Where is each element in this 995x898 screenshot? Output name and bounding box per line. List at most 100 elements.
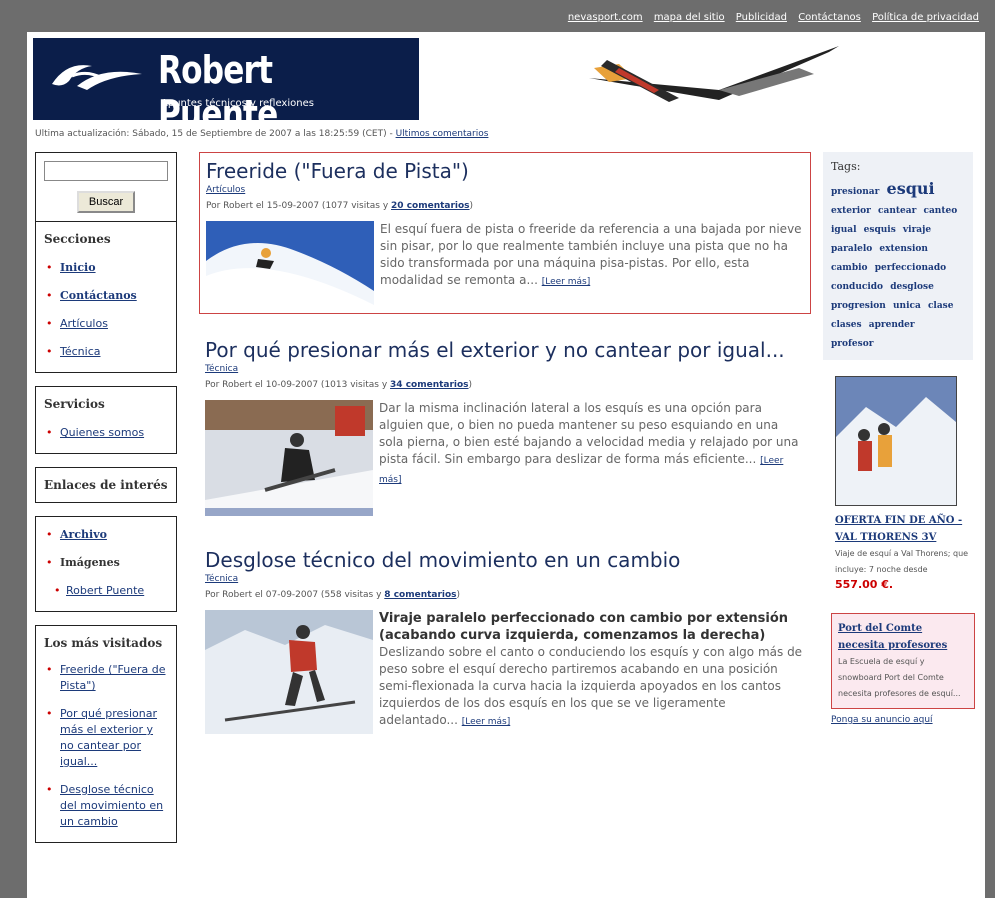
post-category[interactable]: Técnica [205,364,805,374]
popular-box: Los más visitados Freeride ("Fuera de Pi… [35,625,177,843]
nav-link-privacy[interactable]: Política de privacidad [872,12,979,23]
sidebar-item-tecnica: Técnica [36,338,176,366]
sidebar-item-robert-puente: Robert Puente [36,577,176,605]
post-excerpt: El esquí fuera de pista o freeride da re… [380,221,804,305]
links-heading: Enlaces de interés [44,478,168,492]
sidebar-item-inicio: Inicio [36,254,176,282]
tag-link[interactable]: progresion [831,301,886,311]
tag-link[interactable]: aprender [869,320,915,330]
tag-link[interactable]: desglose [890,282,934,292]
logo-swoosh-icon [52,65,142,90]
post-excerpt-text: El esquí fuera de pista o freeride da re… [380,222,802,287]
ad-title-link[interactable]: Port del Comte necesita profesores [838,623,947,651]
top-nav-links: nevasport.com mapa del sitio Publicidad … [560,12,979,23]
archive-list: Archivo Imágenes Robert Puente [36,517,176,611]
tag-link[interactable]: clases [831,320,862,330]
post-excerpt-heading: Viraje paralelo perfeccionado con cambio… [379,611,789,643]
offer-title-link[interactable]: OFERTA FIN DE AÑO - VAL THORENS 3V [835,515,962,543]
post-thumbnail[interactable] [206,221,374,305]
top-nav: nevasport.com mapa del sitio Publicidad … [0,0,995,32]
tag-cloud: Tags: presionar esqui exterior cantear c… [823,152,973,360]
tag-link[interactable]: esqui [887,179,935,198]
search-button[interactable]: Buscar [76,191,136,213]
services-box: Servicios Quienes somos [35,386,177,454]
last-update: Ultima actualización: Sábado, 15 de Sept… [35,129,488,139]
sidebar-link-robert-puente[interactable]: Robert Puente [66,584,144,597]
popular-list: Freeride ("Fuera de Pista") Por qué pres… [36,652,176,842]
sidebar-link-inicio[interactable]: Inicio [60,261,96,274]
read-more-link[interactable]: [Leer más] [462,717,511,727]
popular-link-freeride[interactable]: Freeride ("Fuera de Pista") [60,663,166,692]
post-excerpt-text: Dar la misma inclinación lateral a los e… [379,401,799,466]
popular-item: Por qué presionar más el exterior y no c… [36,700,176,776]
popular-link-desglose[interactable]: Desglose técnico del movimiento en un ca… [60,783,163,828]
tag-link[interactable]: paralelo [831,244,872,254]
offer-title[interactable]: OFERTA FIN DE AÑO - VAL THORENS 3V [835,512,973,546]
sidebar-link-archivo[interactable]: Archivo [60,528,107,541]
search-input[interactable] [44,161,168,181]
post-category[interactable]: Técnica [205,574,805,584]
sidebar-item-archivo: Archivo [36,521,176,549]
sidebar-item-contactanos: Contáctanos [36,282,176,310]
right-sidebar: Tags: presionar esqui exterior cantear c… [823,152,975,725]
tag-link[interactable]: viraje [903,225,931,235]
post-title[interactable]: Desglose técnico del movimiento en un ca… [205,548,805,572]
nav-link-nevasport[interactable]: nevasport.com [568,12,643,23]
nav-link-contact[interactable]: Contáctanos [798,12,861,23]
post-comments-link[interactable]: 34 comentarios [390,380,469,390]
sections-list: Inicio Contáctanos Artículos Técnica [36,250,176,372]
post-title[interactable]: Freeride ("Fuera de Pista") [206,159,804,183]
sidebar-link-contactanos[interactable]: Contáctanos [60,289,137,302]
popular-link-presionar[interactable]: Por qué presionar más el exterior y no c… [60,707,157,768]
tag-link[interactable]: canteo [923,206,957,216]
header-banner[interactable] [419,38,979,120]
tag-link[interactable]: profesor [831,339,873,349]
tag-link[interactable]: esquis [864,225,896,235]
latest-comments-link[interactable]: Ultimos comentarios [396,129,489,139]
post-thumbnail[interactable] [205,400,373,516]
post-meta-end: ) [468,380,473,390]
post-meta-end: ) [469,201,474,211]
post-title[interactable]: Por qué presionar más el exterior y no c… [205,338,805,362]
tag-link[interactable]: cambio [831,263,868,273]
sidebar-item-imagenes: Imágenes [36,549,176,577]
main-content: Freeride ("Fuera de Pista") Artículos Po… [199,152,811,760]
tag-link[interactable]: unica [893,301,921,311]
sidebar-link-quienes-somos[interactable]: Quienes somos [60,426,144,439]
read-more-link[interactable]: [Leer más] [542,277,591,287]
last-update-text: Ultima actualización: Sábado, 15 de Sept… [35,129,393,139]
tag-list: presionar esqui exterior cantear canteo … [831,179,965,354]
ski-banner-image [589,46,839,102]
post-comments-link[interactable]: 20 comentarios [391,201,470,211]
post-card: Por qué presionar más el exterior y no c… [199,332,811,524]
popular-heading: Los más visitados [44,636,163,650]
services-heading: Servicios [44,397,105,411]
links-box: Enlaces de interés [35,467,177,503]
post-thumbnail[interactable] [205,610,373,734]
search-box: Buscar Secciones Inicio Contáctanos Artí… [35,152,177,373]
offer-price: 557.00 €. [835,578,894,591]
tag-link[interactable]: extension [879,244,928,254]
sections-heading: Secciones [36,221,176,250]
post-meta: Por Robert el 07-09-2007 (558 visitas y … [205,590,805,600]
tag-link[interactable]: igual [831,225,857,235]
nav-link-sitemap[interactable]: mapa del sitio [654,12,725,23]
post-comments-link[interactable]: 8 comentarios [384,590,456,600]
ad-box: Port del Comte necesita profesores La Es… [831,613,975,709]
post-category[interactable]: Artículos [206,185,804,195]
tag-link[interactable]: cantear [878,206,916,216]
sidebar-link-articulos[interactable]: Artículos [60,317,108,330]
nav-link-advertising[interactable]: Publicidad [736,12,787,23]
tag-link[interactable]: presionar [831,187,879,197]
offer-image[interactable] [835,376,957,506]
tag-link[interactable]: conducido [831,282,883,292]
sidebar-link-tecnica[interactable]: Técnica [60,345,100,358]
archive-box: Archivo Imágenes Robert Puente [35,516,177,612]
place-ad-link[interactable]: Ponga su anuncio aquí [831,715,973,725]
tag-link[interactable]: exterior [831,206,871,216]
tag-link[interactable]: perfeccionado [875,263,946,273]
post-excerpt: Dar la misma inclinación lateral a los e… [379,400,805,516]
logo-band[interactable]: Robert Puente Apuntes técnicos y reflexi… [33,38,419,136]
post-card: Freeride ("Fuera de Pista") Artículos Po… [199,152,811,314]
tag-link[interactable]: clase [928,301,954,311]
